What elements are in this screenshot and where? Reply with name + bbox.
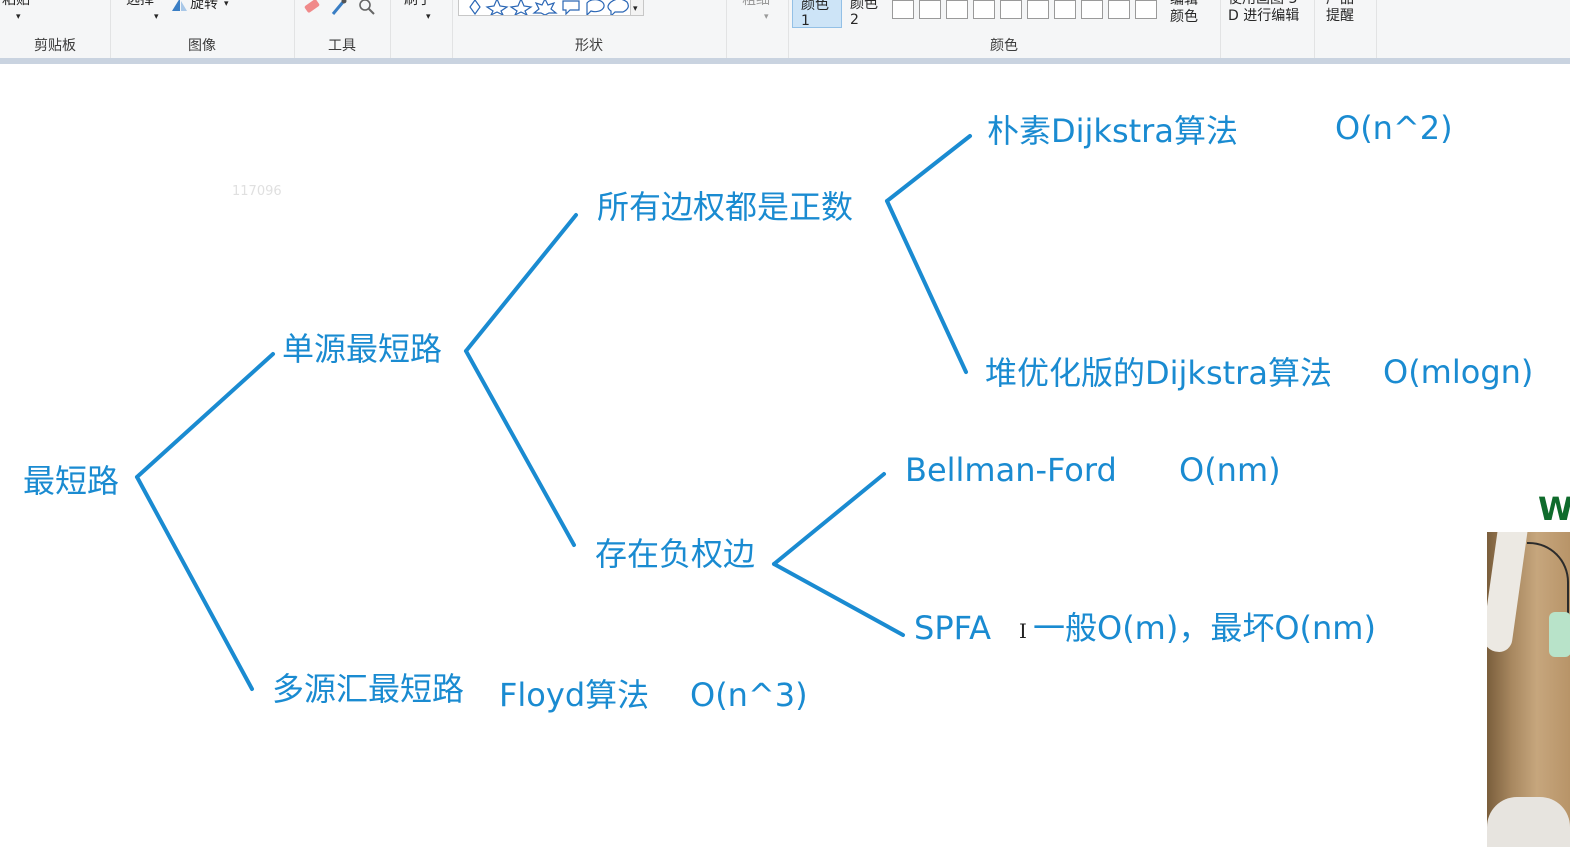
node-spfa: SPFA xyxy=(914,609,991,647)
size-label: 粗细 xyxy=(742,0,770,8)
edit-with-paint3d-label: 使用画图 3D 进行编辑 xyxy=(1228,0,1300,24)
paste-label: 粘贴 xyxy=(2,0,30,8)
chevron-down-icon: ▾ xyxy=(224,0,229,9)
chevron-down-icon: ▾ xyxy=(633,4,638,14)
product-alert-label: 产品提醒 xyxy=(1326,0,1354,24)
line-positive-naive xyxy=(885,134,972,203)
webcam-foreground xyxy=(1487,797,1570,847)
select-label: 选择 xyxy=(126,0,154,8)
color2-button[interactable]: 颜色 2 xyxy=(846,0,890,28)
color-swatch[interactable] xyxy=(1000,0,1022,19)
spfa-complexity: 一般O(m)，最坏O(nm) xyxy=(1033,609,1376,647)
clipboard-group: 粘贴 ▾ 剪贴板 xyxy=(0,0,111,58)
overlay-letter: W xyxy=(1538,490,1570,528)
star-shapes-icon xyxy=(469,0,629,18)
line-root-single xyxy=(135,352,275,479)
heap-dijkstra-complexity: O(mlogn) xyxy=(1383,353,1534,391)
node-negative-edges: 存在负权边 xyxy=(595,535,756,573)
node-single-source: 单源最短路 xyxy=(282,330,443,368)
webcam-cloth xyxy=(1487,532,1528,652)
image-group-label: 图像 xyxy=(188,38,216,54)
brushes-group: 刷子 ▾ xyxy=(390,0,453,58)
color-swatch[interactable] xyxy=(1108,0,1130,19)
select-button[interactable]: 选择 ▾ xyxy=(126,0,162,28)
paint3d-group: 使用画图 3D 进行编辑 xyxy=(1220,0,1315,58)
brushes-label: 刷子 xyxy=(404,0,432,8)
edit-colors-button[interactable]: 编辑颜色 xyxy=(1168,0,1216,28)
drawing-canvas[interactable]: 117096 最短路 单源最短路 所有边权都是正数 朴素Dijkstra算法 O… xyxy=(0,64,1570,847)
node-shortest-path: 最短路 xyxy=(23,462,120,500)
clipboard-group-label: 剪贴板 xyxy=(34,38,76,54)
webcam-overlay xyxy=(1487,532,1570,847)
color-picker-icon[interactable] xyxy=(330,0,348,16)
rotate-button[interactable]: 旋转 ▾ xyxy=(168,0,248,16)
tree-connector-lines xyxy=(135,134,972,691)
bellman-ford-complexity: O(nm) xyxy=(1179,451,1281,489)
node-bellman-ford: Bellman-Ford xyxy=(905,451,1117,489)
chevron-down-icon: ▾ xyxy=(426,12,431,22)
edit-with-paint3d-button[interactable]: 使用画图 3D 进行编辑 xyxy=(1228,0,1312,27)
product-alert-button[interactable]: 产品提醒 xyxy=(1326,0,1366,27)
paste-button[interactable]: 粘贴 ▾ xyxy=(0,0,40,28)
edit-colors-label: 编辑颜色 xyxy=(1170,0,1198,25)
shapes-group: ▾ 形状 xyxy=(452,0,727,58)
rotate-label: 旋转 xyxy=(190,0,218,12)
colors-group: 颜色 1 颜色 2 编辑颜色 颜色 xyxy=(788,0,1221,58)
line-root-multi xyxy=(135,475,254,691)
node-heap-dijkstra: 堆优化版的Dijkstra算法 xyxy=(985,354,1332,392)
colors-group-label: 颜色 xyxy=(990,38,1018,54)
color-swatch[interactable] xyxy=(919,0,941,19)
line-negative-spfa xyxy=(772,562,905,637)
color-swatch[interactable] xyxy=(1027,0,1049,19)
webcam-bottle xyxy=(1549,612,1570,657)
size-button[interactable]: 粗细 ▾ xyxy=(742,0,778,28)
chevron-down-icon: ▾ xyxy=(16,12,21,22)
color-swatch[interactable] xyxy=(973,0,995,19)
color-swatch[interactable] xyxy=(1054,0,1076,19)
color-swatch[interactable] xyxy=(892,0,914,19)
color1-button[interactable]: 颜色 1 xyxy=(792,0,842,29)
line-single-negative xyxy=(464,349,576,547)
color1-label: 颜色 1 xyxy=(801,0,829,29)
node-all-positive-weights: 所有边权都是正数 xyxy=(597,188,854,226)
line-single-positive xyxy=(464,213,578,353)
text-cursor-icon: I xyxy=(1019,619,1027,643)
shapes-gallery[interactable] xyxy=(458,0,638,18)
color-swatch[interactable] xyxy=(1135,0,1157,19)
rotate-icon xyxy=(172,0,187,11)
shapes-gallery-scroll[interactable]: ▾ xyxy=(630,0,644,16)
node-multi-source: 多源汇最短路 xyxy=(272,670,465,708)
size-group: 粗细 ▾ xyxy=(726,0,789,58)
watermark-text: 117096 xyxy=(232,184,282,199)
brushes-button[interactable]: 刷子 ▾ xyxy=(404,0,440,28)
chevron-down-icon: ▾ xyxy=(764,12,769,22)
tools-group-label: 工具 xyxy=(328,38,356,54)
shapes-group-label: 形状 xyxy=(575,38,603,54)
node-floyd: Floyd算法 xyxy=(499,676,650,714)
line-negative-bellman xyxy=(772,472,886,566)
eraser-icon[interactable] xyxy=(302,0,322,16)
line-positive-heap xyxy=(885,199,968,374)
product-alert-group: 产品提醒 xyxy=(1314,0,1377,58)
ribbon-toolbar: 粘贴 ▾ 剪贴板 选择 ▾ 旋转 ▾ 图像 工具 刷子 ▾ ▾ 形状 粗细 ▾ … xyxy=(0,0,1570,59)
chevron-down-icon: ▾ xyxy=(154,12,159,22)
naive-dijkstra-complexity: O(n^2) xyxy=(1335,109,1453,147)
node-naive-dijkstra: 朴素Dijkstra算法 xyxy=(987,112,1238,150)
image-group: 选择 ▾ 旋转 ▾ 图像 xyxy=(110,0,295,58)
color2-label: 颜色 2 xyxy=(850,0,878,28)
color-swatch[interactable] xyxy=(1081,0,1103,19)
magnifier-icon[interactable] xyxy=(358,0,376,16)
floyd-complexity: O(n^3) xyxy=(690,676,808,714)
tools-group: 工具 xyxy=(294,0,391,58)
color-swatch[interactable] xyxy=(946,0,968,19)
